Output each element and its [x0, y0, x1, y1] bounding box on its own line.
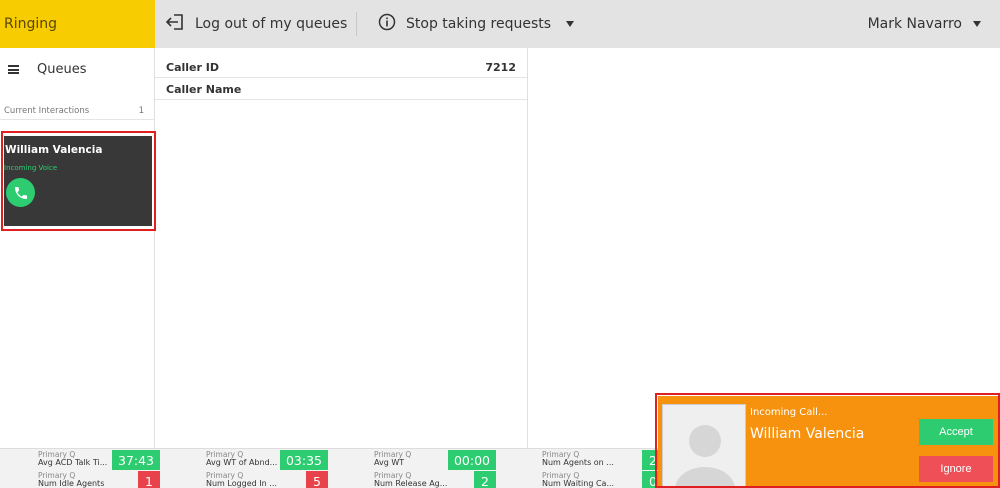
stat-metric: Num Agents on ...: [542, 458, 614, 467]
stat-value: 00:00: [448, 450, 496, 470]
stop-requests-label: Stop taking requests: [406, 16, 552, 32]
ignore-button[interactable]: Ignore: [919, 456, 993, 482]
detail-key: Caller ID: [166, 61, 219, 74]
logout-icon: [165, 13, 185, 35]
stat-metric: Num Waiting Ca...: [542, 479, 615, 488]
accept-button[interactable]: Accept: [919, 419, 993, 445]
top-toolbar: Ringing Log out of my queues Stop taking…: [0, 0, 1000, 48]
toast-caller-name: William Valencia: [750, 426, 865, 442]
user-name: Mark Navarro: [867, 16, 962, 32]
detail-row-caller-name: Caller Name: [155, 78, 527, 100]
current-interactions-label: Current Interactions: [4, 106, 90, 116]
sidebar: Queues Current Interactions 1 William Va…: [0, 48, 155, 448]
stat-metric: Num Idle Agents: [38, 479, 105, 488]
incoming-call-toast: Incoming Call... William Valencia Accept…: [658, 396, 998, 488]
stat-metric: Num Release Ag...: [374, 479, 448, 488]
current-interactions-count: 1: [138, 106, 144, 116]
stop-requests-button[interactable]: Stop taking requests: [378, 0, 575, 48]
highlight-box: [1, 131, 156, 231]
dropdown-caret-icon[interactable]: [565, 16, 575, 32]
stat-item: Primary Q Avg WT of Abnd... 03:35: [168, 450, 328, 470]
stat-metric: Num Logged In ...: [206, 479, 277, 488]
stat-item: Primary Q Num Idle Agents 1: [0, 471, 160, 488]
stat-item: Primary Q Avg WT 00:00: [336, 450, 496, 470]
stat-value: 2: [474, 471, 496, 488]
divider: [0, 119, 154, 120]
stat-item: Primary Q Num Release Ag... 2: [336, 471, 496, 488]
stat-value: 5: [306, 471, 328, 488]
queues-label: Queues: [37, 62, 87, 77]
user-menu-caret-icon: [972, 16, 982, 32]
stat-item: Primary Q Num Waiting Ca... 0: [504, 471, 664, 488]
stat-value: 03:35: [280, 450, 328, 470]
stat-metric: Avg WT of Abnd...: [206, 458, 278, 467]
stat-item: Primary Q Num Logged In ... 5: [168, 471, 328, 488]
agent-desktop: Ringing Log out of my queues Stop taking…: [0, 0, 1000, 488]
user-menu[interactable]: Mark Navarro: [868, 0, 982, 48]
logout-queues-button[interactable]: Log out of my queues: [165, 0, 347, 48]
stat-item: Primary Q Avg ACD Talk Ti... 37:43: [0, 450, 160, 470]
toast-title: Incoming Call...: [750, 407, 828, 418]
agent-status[interactable]: Ringing: [0, 0, 155, 48]
toolbar-divider: [356, 12, 357, 36]
detail-value: 7212: [485, 61, 516, 74]
interaction-details: Caller ID 7212 Caller Name: [155, 48, 528, 448]
queues-menu[interactable]: Queues: [0, 60, 155, 80]
stat-value: 37:43: [112, 450, 160, 470]
stat-item: Primary Q Num Agents on ... 2: [504, 450, 664, 470]
hamburger-icon: [8, 65, 19, 74]
detail-row-caller-id: Caller ID 7212: [155, 56, 527, 78]
avatar-placeholder-icon: [662, 404, 746, 488]
stat-value: 1: [138, 471, 160, 488]
stat-metric: Avg ACD Talk Ti...: [38, 458, 108, 467]
stat-metric: Avg WT: [374, 458, 405, 467]
logout-label: Log out of my queues: [195, 16, 348, 32]
info-icon: [378, 13, 396, 35]
current-interactions-header: Current Interactions 1: [4, 106, 144, 116]
detail-key: Caller Name: [166, 83, 242, 96]
